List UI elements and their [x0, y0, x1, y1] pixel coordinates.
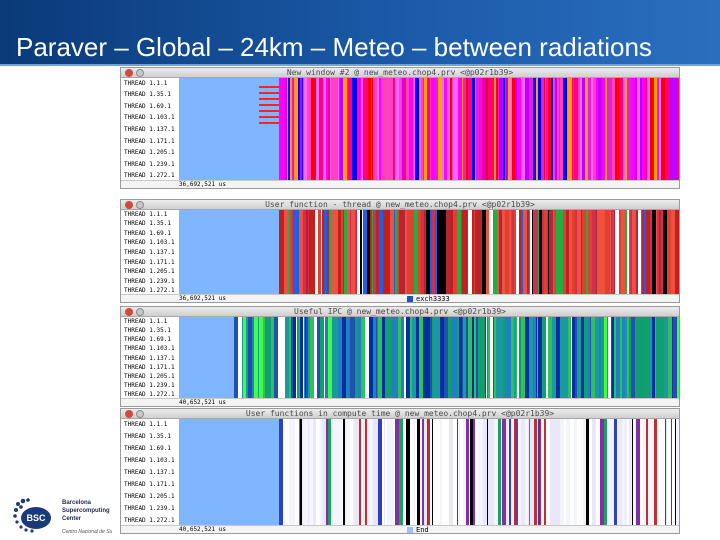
bsc-logo-mark-icon: BSC [13, 498, 51, 533]
trace-timeline[interactable] [179, 78, 679, 182]
window-footer: 40,652,521 us End [121, 525, 679, 534]
window-title: User functions in compute time @ new_met… [245, 409, 555, 418]
thread-label[interactable]: THREAD 1.239.1 [124, 505, 175, 513]
event-marker [259, 86, 279, 88]
thread-label[interactable]: THREAD 1.171.1 [124, 481, 175, 489]
legend-swatch [407, 296, 413, 302]
logo-subtitle: Centro Nacional de Su [62, 529, 113, 535]
thread-label[interactable]: THREAD 1.103.1 [124, 345, 175, 353]
window-title-bar[interactable]: Useful IPC @ new_meteo.chop4.prv <@p02r1… [121, 307, 679, 317]
legend-label: exch3333 [416, 295, 450, 303]
trace-burst [677, 317, 679, 400]
trace-timeline[interactable] [179, 210, 679, 296]
window-footer: 36,692,521 us exch3333 [121, 294, 679, 303]
slide-title: Paraver – Global – 24km – Meteo – betwee… [16, 32, 652, 62]
legend-label: End [416, 526, 429, 534]
thread-label[interactable]: THREAD 1.35.1 [124, 220, 171, 228]
thread-label[interactable]: THREAD 1.205.1 [124, 493, 175, 501]
end-time-readout: 36,692,521 us [179, 181, 226, 188]
thread-label-column: THREAD 1.1.1 THREAD 1.35.1 THREAD 1.69.1 TH… [121, 210, 179, 296]
event-marker [259, 110, 279, 112]
trace-burst [676, 419, 679, 527]
thread-label[interactable]: THREAD 1.69.1 [124, 336, 171, 344]
thread-label[interactable]: THREAD 1.239.1 [124, 382, 175, 390]
thread-label[interactable]: THREAD 1.137.1 [124, 469, 175, 477]
trace-burst [676, 210, 679, 296]
thread-label[interactable]: THREAD 1.171.1 [124, 138, 175, 146]
trace-burst [678, 78, 679, 182]
event-marker [259, 122, 279, 124]
thread-label[interactable]: THREAD 1.1.1 [124, 421, 167, 429]
thread-label[interactable]: THREAD 1.137.1 [124, 355, 175, 363]
thread-label[interactable]: THREAD 1.137.1 [124, 249, 175, 257]
thread-label[interactable]: THREAD 1.171.1 [124, 259, 175, 267]
window-footer: 40,652,521 us [121, 398, 679, 406]
paraver-window-1[interactable]: New window #2 @ new_meteo.chop4.prv <@p0… [120, 67, 680, 189]
event-marker [259, 92, 279, 94]
thread-label[interactable]: THREAD 1.205.1 [124, 373, 175, 381]
thread-label[interactable]: THREAD 1.1.1 [124, 80, 167, 88]
thread-label[interactable]: THREAD 1.239.1 [124, 278, 175, 286]
end-time-readout: 40,652,521 us [179, 399, 226, 406]
thread-label[interactable]: THREAD 1.103.1 [124, 114, 175, 122]
thread-label-column: THREAD 1.1.1 THREAD 1.35.1 THREAD 1.69.1 TH… [121, 317, 179, 400]
thread-label[interactable]: THREAD 1.69.1 [124, 230, 171, 238]
thread-label[interactable]: THREAD 1.171.1 [124, 364, 175, 372]
header-divider [0, 64, 720, 66]
logo-line-2: Supercomputing [62, 508, 110, 514]
thread-label[interactable]: THREAD 1.69.1 [124, 445, 171, 453]
event-marker [259, 116, 279, 118]
thread-label[interactable]: THREAD 1.205.1 [124, 268, 175, 276]
window-footer: 36,692,521 us [121, 180, 679, 188]
window-title: New window #2 @ new_meteo.chop4.prv <@p0… [286, 68, 514, 77]
thread-label[interactable]: THREAD 1.1.1 [124, 318, 167, 326]
thread-label[interactable]: THREAD 1.137.1 [124, 126, 175, 134]
paraver-window-4[interactable]: User functions in compute time @ new_met… [120, 408, 680, 534]
paraver-window-2[interactable]: User function - thread @ new_meteo.chop4… [120, 199, 680, 303]
slide-header: Paraver – Global – 24km – Meteo – betwee… [0, 0, 720, 64]
thread-label[interactable]: THREAD 1.103.1 [124, 457, 175, 465]
thread-label[interactable]: THREAD 1.69.1 [124, 103, 171, 111]
thread-label[interactable]: THREAD 1.103.1 [124, 239, 175, 247]
svg-text:BSC: BSC [26, 513, 46, 523]
thread-label[interactable]: THREAD 1.272.1 [124, 517, 175, 525]
thread-label[interactable]: THREAD 1.239.1 [124, 161, 175, 169]
paraver-window-3[interactable]: Useful IPC @ new_meteo.chop4.prv <@p02r1… [120, 306, 680, 407]
thread-label[interactable]: THREAD 1.35.1 [124, 327, 171, 335]
thread-label-column: THREAD 1.1.1 THREAD 1.35.1 THREAD 1.69.1 TH… [121, 78, 179, 182]
thread-label[interactable]: THREAD 1.35.1 [124, 433, 171, 441]
logo-line-1: Barcelona [62, 500, 92, 506]
logo-line-3: Center [62, 516, 82, 522]
end-time-readout: 40,652,521 us [179, 526, 226, 533]
trace-timeline[interactable] [179, 419, 679, 527]
legend-swatch [407, 527, 413, 533]
end-time-readout: 36,692,521 us [179, 295, 226, 302]
window-title: User function - thread @ new_meteo.chop4… [265, 200, 535, 209]
window-title-bar[interactable]: User function - thread @ new_meteo.chop4… [121, 200, 679, 210]
event-marker [259, 104, 279, 106]
thread-label[interactable]: THREAD 1.205.1 [124, 149, 175, 157]
trace-timeline[interactable] [179, 317, 679, 400]
thread-label-column: THREAD 1.1.1 THREAD 1.35.1 THREAD 1.69.1 TH… [121, 419, 179, 527]
bsc-logo: BSC Barcelona Supercomputing Center Cent… [12, 496, 122, 536]
window-title: Useful IPC @ new_meteo.chop4.prv <@p02r1… [294, 307, 506, 316]
window-title-bar[interactable]: New window #2 @ new_meteo.chop4.prv <@p0… [121, 68, 679, 78]
window-title-bar[interactable]: User functions in compute time @ new_met… [121, 409, 679, 419]
thread-label[interactable]: THREAD 1.35.1 [124, 91, 171, 99]
event-marker [259, 98, 279, 100]
thread-label[interactable]: THREAD 1.1.1 [124, 211, 167, 219]
